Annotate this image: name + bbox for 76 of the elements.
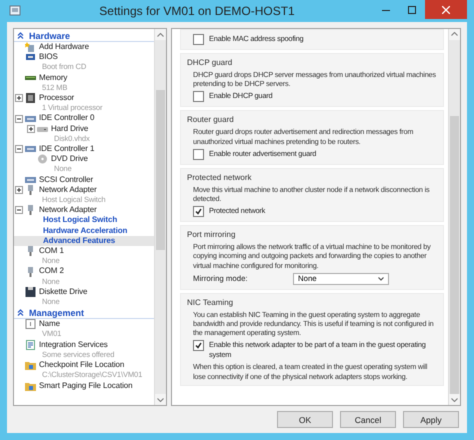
folder-icon	[24, 360, 36, 370]
tree-item-label: Hard Drive	[51, 124, 90, 134]
checkbox[interactable]	[193, 340, 204, 352]
tree-item[interactable]: IDE Controller 1	[14, 144, 154, 154]
group-title: Router guard	[187, 115, 235, 124]
tree-item-label: Name	[39, 319, 61, 330]
scrollbar[interactable]	[448, 29, 460, 405]
tree-item-label: COM 1	[39, 246, 64, 256]
tree-item[interactable]: IDE Controller 0	[14, 113, 154, 124]
tree-item-label: Diskette Drive	[39, 286, 88, 298]
controller-icon	[24, 114, 36, 124]
expand-icon[interactable]	[27, 124, 35, 133]
tree-item-label: DVD Drive	[51, 154, 88, 164]
tree-item-label: IDE Controller 0	[39, 113, 94, 124]
scrollbar-thumb[interactable]	[450, 116, 459, 394]
tree-item-label: BIOS	[39, 52, 59, 62]
group-title: Protected network	[187, 172, 252, 182]
tree-item-label: Checkpoint File Location	[39, 360, 126, 370]
group-title: DHCP guard	[187, 58, 234, 67]
tree-item[interactable]: Hardware Acceleration	[14, 226, 154, 236]
star-device-icon	[24, 42, 36, 52]
processor-icon	[24, 93, 36, 104]
dialog-button[interactable]: Cancel	[340, 411, 396, 428]
tree-item[interactable]: Network Adapter	[14, 205, 154, 216]
checkbox[interactable]	[193, 148, 204, 160]
app-icon	[9, 5, 21, 17]
close-icon	[442, 6, 450, 14]
tree-item[interactable]: Smart Paging File Location	[14, 380, 154, 391]
tree-item-label: SCSI Controller	[39, 174, 94, 185]
tree-item-label: Memory	[39, 72, 68, 83]
check-icon	[195, 208, 202, 216]
caret-icon	[378, 276, 384, 281]
disc-icon	[36, 154, 48, 164]
tree-item-label: COM 2	[39, 266, 64, 277]
tree-item-label: Integration Services	[39, 340, 109, 350]
window-title: Settings for VM01 on DEMO-HOST1	[98, 4, 296, 18]
group-title: Port mirroring	[187, 230, 236, 240]
document-icon	[24, 340, 36, 350]
group-title: NIC Teaming	[187, 298, 234, 307]
checkbox[interactable]	[193, 91, 204, 102]
dialog-button[interactable]: OK	[277, 411, 333, 428]
folder-icon	[24, 380, 36, 391]
maximize-icon	[408, 6, 416, 14]
collapse-icon[interactable]	[15, 206, 23, 214]
tree-item-label: Smart Paging File Location	[39, 380, 132, 391]
controller-icon	[24, 144, 36, 154]
scrollbar-thumb[interactable]	[156, 90, 165, 250]
expand-icon[interactable]	[15, 186, 23, 194]
tree-item-label: Network Adapter	[39, 184, 98, 196]
check-icon	[195, 342, 202, 350]
section-header[interactable]: Hardware	[14, 30, 154, 42]
scrollbar[interactable]	[154, 29, 166, 405]
checkbox[interactable]	[193, 206, 204, 218]
expand-icon[interactable]	[15, 94, 23, 102]
close-button[interactable]	[425, 0, 467, 19]
collapse-icon[interactable]	[15, 114, 23, 123]
tree-item[interactable]: Add Hardware	[14, 42, 154, 52]
minimize-icon	[382, 8, 390, 10]
tree-item-label: Network Adapter	[39, 205, 97, 216]
name-tag-icon	[24, 319, 36, 330]
tree-item-label: IDE Controller 1	[39, 144, 94, 154]
tree-item-label: Add Hardware	[39, 42, 89, 52]
tree-item-label: Host Logical Switch	[43, 215, 118, 226]
tree-item[interactable]: Advanced Features	[14, 236, 154, 246]
dialog-button[interactable]: Apply	[403, 411, 459, 428]
checkbox[interactable]	[193, 34, 204, 45]
tree-item-label: Hardware Acceleration	[43, 226, 128, 236]
chip-icon	[24, 52, 36, 62]
controller-icon	[24, 174, 36, 185]
tree-item[interactable]: Host Logical Switch	[14, 215, 154, 226]
collapse-icon[interactable]	[17, 309, 24, 316]
tree-item-label: Advanced Features	[43, 236, 116, 246]
collapse-icon[interactable]	[15, 145, 23, 154]
collapse-icon[interactable]	[17, 32, 24, 39]
tree-item-label: Processor	[39, 93, 76, 104]
tree-item[interactable]: SCSI Controller	[14, 174, 154, 185]
